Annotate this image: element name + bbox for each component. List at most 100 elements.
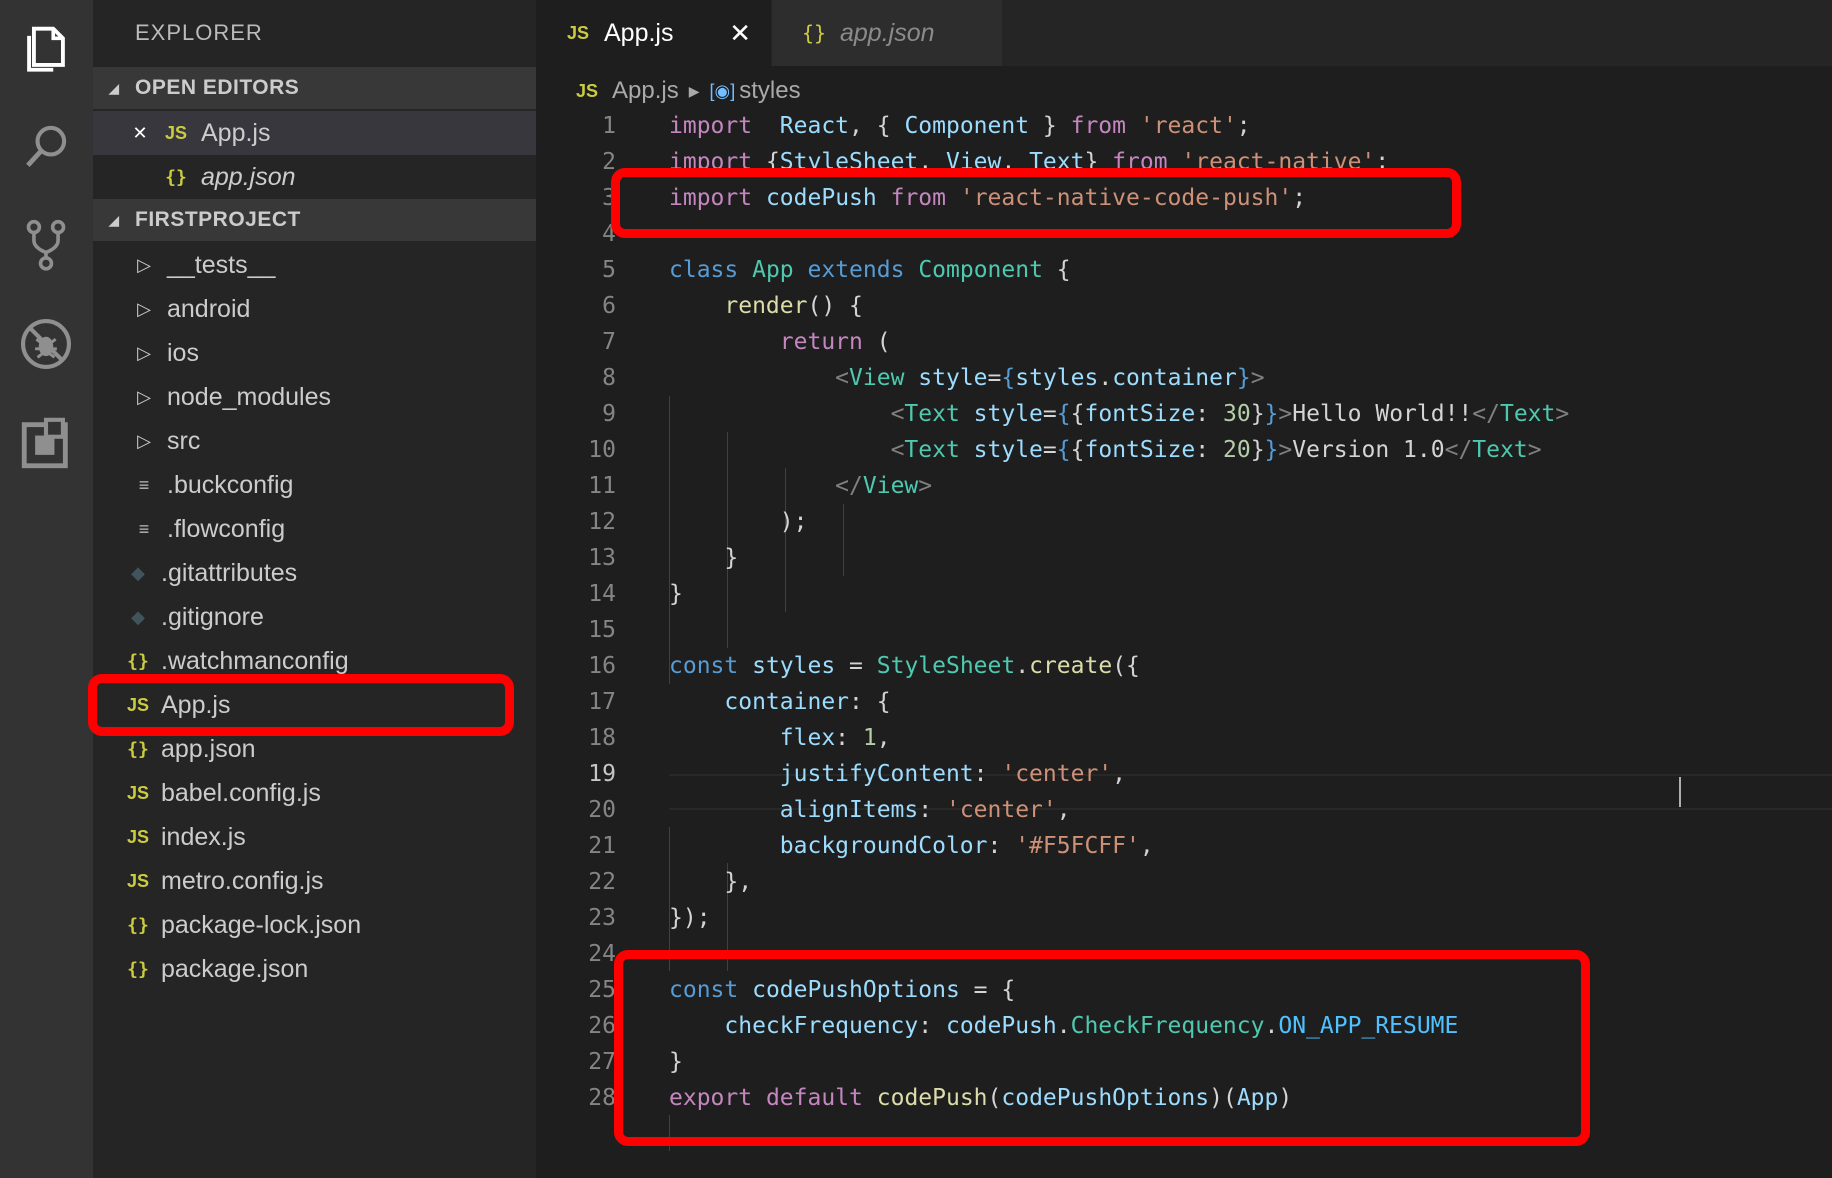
line-number: 3	[602, 185, 616, 211]
file-tree-item[interactable]: ◆ .gitignore	[93, 595, 536, 639]
text-cursor	[1679, 777, 1681, 807]
code-token: style	[973, 437, 1043, 463]
code-token: :	[918, 797, 946, 823]
json-file-icon: {}	[127, 738, 149, 760]
code-token: codePush	[945, 1013, 1057, 1039]
file-tree-item[interactable]: ≡ .buckconfig	[93, 463, 536, 507]
tab-bar: JS App.js ✕ {} app.json	[536, 0, 1832, 66]
file-tree-item[interactable]: JS babel.config.js	[93, 771, 536, 815]
file-tree-item[interactable]: {} app.json	[93, 727, 536, 771]
file-tree-item[interactable]: {} .watchmanconfig	[93, 639, 536, 683]
code-token: React	[779, 113, 850, 139]
line-number: 7	[602, 329, 616, 355]
source-control-icon[interactable]	[14, 212, 78, 276]
code-token: });	[669, 905, 711, 931]
explorer-icon[interactable]	[14, 16, 78, 80]
code-token: 20	[1222, 437, 1251, 463]
code-token: <	[835, 365, 850, 391]
tab-appjson[interactable]: {} app.json	[772, 0, 1002, 66]
file-tree-item[interactable]: ≡ .flowconfig	[93, 507, 536, 551]
indent-guide	[843, 504, 844, 576]
code-token: }	[1084, 149, 1113, 175]
code-token: ({	[1112, 653, 1140, 679]
code-token: flex	[779, 725, 836, 751]
code-token: Component	[918, 257, 1043, 283]
open-editor-item-appjs[interactable]: ✕ JS App.js	[93, 111, 536, 155]
file-tree-item[interactable]: {} package.json	[93, 947, 536, 991]
file-tree-item[interactable]: JS App.js	[93, 683, 536, 727]
file-tree-item[interactable]: JS index.js	[93, 815, 536, 859]
file-tree-label: package.json	[161, 954, 309, 983]
code-line: }	[669, 576, 683, 612]
extensions-icon[interactable]	[14, 412, 78, 476]
tab-appjs[interactable]: JS App.js ✕	[536, 0, 771, 66]
line-number: 1	[602, 113, 616, 139]
code-token: styles	[1015, 365, 1099, 391]
line-number: 2	[602, 149, 616, 175]
debug-icon[interactable]	[14, 312, 78, 376]
code-token: () {	[807, 293, 863, 319]
close-icon[interactable]: ✕	[729, 18, 751, 49]
code-line: return (	[669, 324, 891, 360]
line-number: 5	[602, 257, 616, 283]
git-file-icon: ◆	[131, 562, 145, 583]
code-token: :	[1195, 401, 1223, 427]
js-file-icon: JS	[566, 22, 590, 43]
search-icon[interactable]	[14, 114, 78, 178]
code-token: import	[669, 185, 753, 211]
file-tree-item[interactable]: ▷ src	[93, 419, 536, 463]
code-editor[interactable]: 1 import React, { Component } from 'react…	[536, 108, 1832, 1178]
open-editor-item-appjson[interactable]: {} app.json	[93, 155, 536, 199]
code-token: CheckFrequency	[1070, 1013, 1265, 1039]
code-token: from	[1112, 149, 1168, 175]
code-token: Text	[1472, 437, 1528, 463]
code-token: styles	[752, 653, 836, 679]
line-number: 17	[588, 689, 616, 715]
breadcrumb-symbol[interactable]: styles	[739, 77, 800, 105]
file-tree-item[interactable]: ▷ __tests__	[93, 243, 536, 287]
file-tree-item[interactable]: ▷ android	[93, 287, 536, 331]
project-header[interactable]: ◢ FIRSTPROJECT	[93, 199, 536, 241]
code-line: alignItems: 'center',	[669, 792, 1071, 828]
close-icon[interactable]: ✕	[123, 123, 157, 144]
open-editors-header[interactable]: ◢ OPEN EDITORS	[93, 67, 536, 109]
js-file-icon: JS	[164, 122, 188, 143]
code-token: : {	[849, 689, 891, 715]
code-line: import React, { Component } from 'react'…	[669, 108, 1251, 144]
json-file-icon: {}	[127, 650, 149, 672]
line-number: 14	[588, 581, 616, 607]
file-tree-label: ios	[167, 338, 199, 367]
code-token: default	[765, 1085, 863, 1111]
code-token: checkFrequency	[724, 1013, 919, 1039]
file-tree-label: node_modules	[167, 382, 332, 411]
code-token: :	[973, 761, 1002, 787]
file-tree-item[interactable]: ▷ ios	[93, 331, 536, 375]
indent-guide	[669, 1115, 670, 1151]
code-token: const	[669, 653, 739, 679]
file-tree-item[interactable]: ◆ .gitattributes	[93, 551, 536, 595]
code-line: export default codePush(codePushOptions)…	[669, 1080, 1292, 1116]
code-token: codePush	[876, 1085, 988, 1111]
code-token: ,	[1001, 149, 1030, 175]
file-tree-item[interactable]: JS metro.config.js	[93, 859, 536, 903]
breadcrumb-file[interactable]: App.js	[612, 77, 679, 105]
line-number: 27	[588, 1049, 616, 1075]
file-tree-item[interactable]: ▷ node_modules	[93, 375, 536, 419]
file-tree-item[interactable]: {} package-lock.json	[93, 903, 536, 947]
code-token: style	[973, 401, 1043, 427]
collapse-arrow-icon: ◢	[108, 211, 120, 228]
code-token: codePush	[765, 185, 877, 211]
code-token: Text	[1499, 401, 1556, 427]
code-token: >	[918, 473, 933, 499]
code-token: 'react'	[1139, 113, 1237, 139]
